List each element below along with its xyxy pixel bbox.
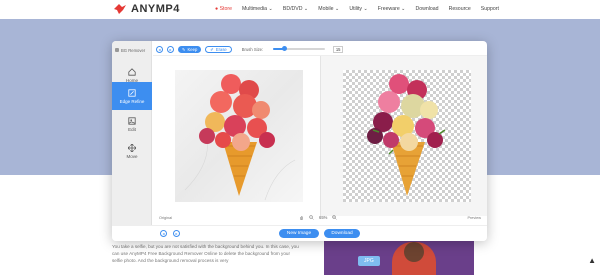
move-icon	[128, 143, 136, 152]
zoom-controls: 65%	[299, 215, 338, 220]
original-label: Original	[159, 216, 173, 220]
brand-logo[interactable]: ANYMP4	[113, 3, 180, 15]
modal-footer: ◂ ▸ New Image Download	[112, 225, 487, 241]
new-image-button[interactable]: New Image	[279, 229, 319, 238]
jpg-badge: JPG	[358, 256, 380, 266]
original-image	[175, 70, 303, 202]
top-navigation: ANYMP4 ● Store Multimedia ⌄ BD/DVD ⌄ Mobile…	[0, 0, 600, 19]
brush-size-slider[interactable]	[273, 46, 326, 51]
brush-icon: ✎	[182, 46, 186, 52]
bg-remover-modal: BG Remover Home Edge Refine Edit Move ◂ …	[112, 41, 487, 241]
preview-pane[interactable]	[320, 56, 487, 216]
next-button[interactable]: ▸	[173, 230, 180, 237]
editor-toolbar: ◂ ▸ ✎ Keep ✐ Erase Brush Size: 15	[156, 44, 344, 54]
keep-button[interactable]: ✎ Keep	[178, 45, 202, 53]
erase-button[interactable]: ✐ Erase	[205, 45, 232, 53]
scroll-up-icon[interactable]: ▲	[588, 256, 596, 265]
nav-link[interactable]: Download	[416, 6, 439, 12]
zoom-level: 65%	[319, 215, 328, 220]
download-button[interactable]: Download	[324, 229, 360, 238]
original-pane[interactable]	[153, 56, 319, 216]
brand-name: ANYMP4	[131, 3, 180, 15]
nav-link[interactable]: ● Store	[215, 6, 232, 12]
brush-size-value[interactable]: 15	[333, 45, 344, 53]
zoom-in-icon[interactable]	[332, 215, 338, 220]
app-label: BG Remover	[121, 47, 146, 53]
home-icon	[128, 67, 136, 76]
nav-link[interactable]: Multimedia ⌄	[242, 6, 273, 12]
nav-link[interactable]: BD/DVD ⌄	[283, 6, 308, 12]
sidebar-item-label: Edge Refine	[119, 98, 145, 104]
redo-button[interactable]: ▸	[167, 45, 174, 53]
sidebar-item-label: Move	[126, 153, 138, 159]
undo-button[interactable]: ◂	[156, 45, 163, 53]
keep-label: Keep	[187, 46, 198, 52]
article-text: You take a selfie, but you are not satis…	[112, 244, 299, 263]
nav-link[interactable]: Freeware ⌄	[378, 6, 406, 12]
brush-size-label: Brush Size:	[241, 46, 264, 52]
sidebar-item-label: Edit	[128, 126, 136, 132]
nav-link[interactable]: Resource	[449, 6, 471, 12]
preview-image	[367, 74, 446, 196]
sidebar-item-edit[interactable]: Edit	[112, 110, 152, 138]
person-head	[404, 242, 424, 262]
bird-logo-icon	[114, 4, 126, 14]
article-image: JPG	[324, 238, 474, 275]
sidebar-item-move[interactable]: Move	[112, 137, 152, 165]
status-bar: Original 65% Preview	[153, 214, 487, 223]
zoom-out-icon[interactable]	[309, 215, 314, 220]
preview-label: Preview	[467, 216, 481, 220]
eraser-icon: ✐	[210, 46, 214, 52]
image-panes	[153, 55, 487, 216]
hand-icon[interactable]	[299, 215, 304, 220]
nav-link[interactable]: Mobile ⌄	[318, 6, 339, 12]
nav-link[interactable]: Utility ⌄	[349, 6, 367, 12]
slider-handle[interactable]	[281, 46, 287, 51]
sidebar-header: BG Remover	[112, 46, 152, 54]
editor-sidebar: BG Remover Home Edge Refine Edit Move	[112, 41, 152, 241]
app-icon	[115, 48, 119, 52]
erase-label: Erase	[215, 46, 227, 52]
edit-icon	[128, 116, 136, 125]
nav-link[interactable]: Support	[481, 6, 499, 12]
sidebar-item-edge-refine[interactable]: Edge Refine	[112, 82, 152, 110]
nav-links: ● Store Multimedia ⌄ BD/DVD ⌄ Mobile ⌄ Utili…	[215, 6, 499, 12]
prev-button[interactable]: ◂	[160, 230, 167, 237]
edge-refine-icon	[128, 88, 136, 97]
